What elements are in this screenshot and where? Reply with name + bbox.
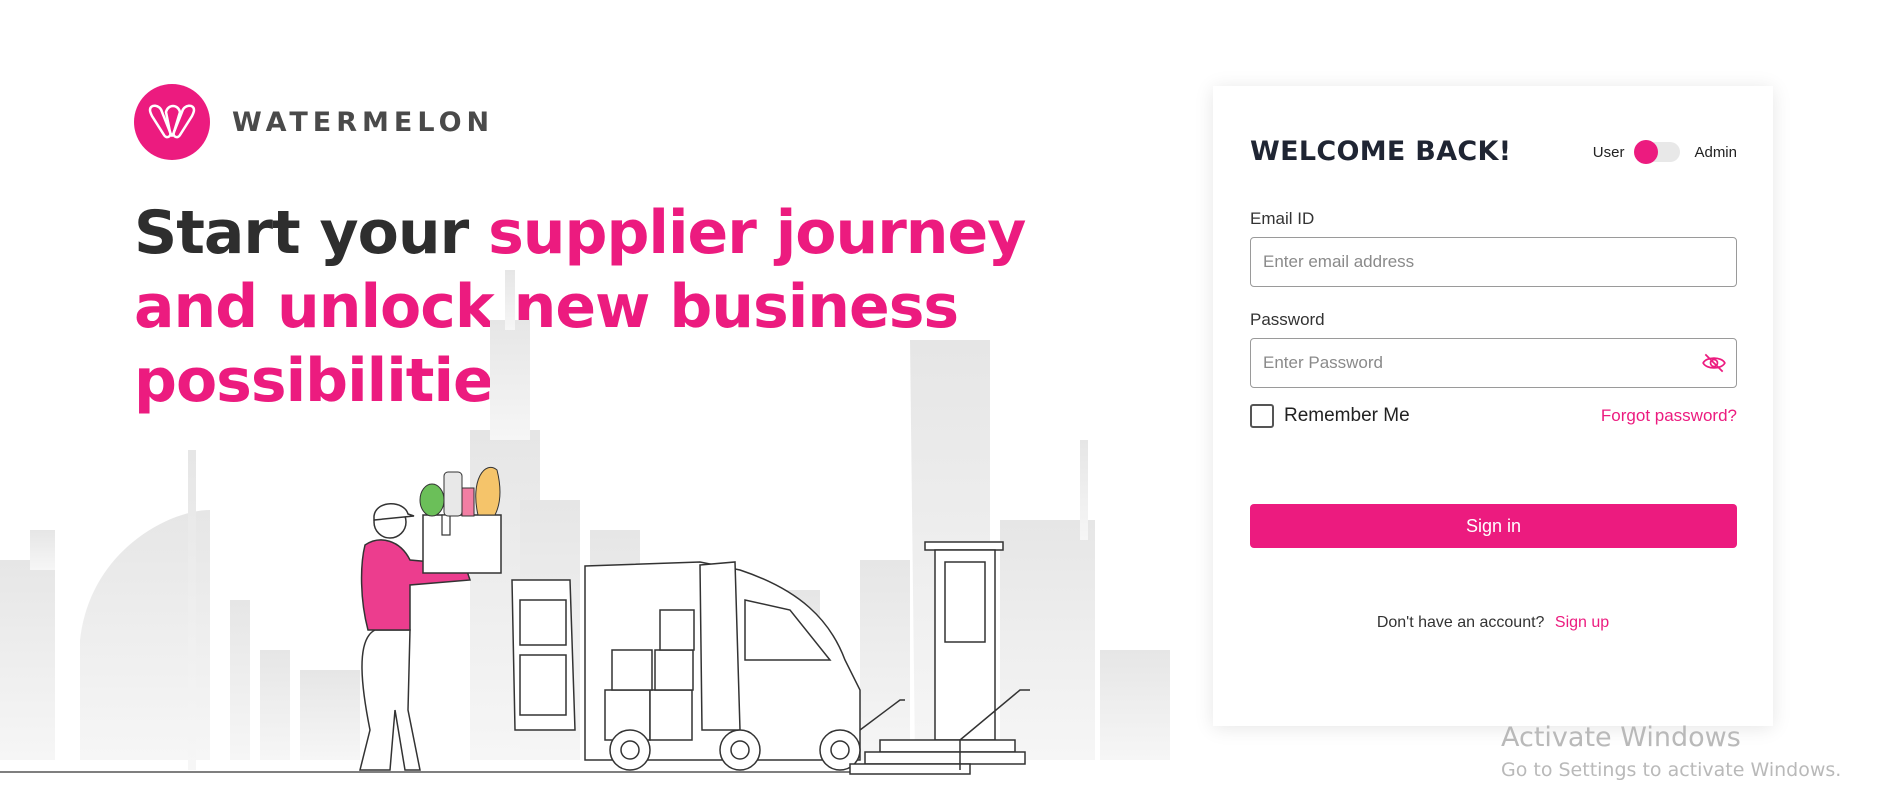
- welcome-title: WELCOME BACK!: [1250, 136, 1512, 167]
- email-input[interactable]: [1250, 237, 1737, 287]
- sign-in-button[interactable]: Sign in: [1250, 504, 1737, 548]
- email-label: Email ID: [1250, 209, 1315, 228]
- login-card: WELCOME BACK! User Admin Email ID Passwo…: [1213, 86, 1773, 726]
- forgot-password-link[interactable]: Forgot password?: [1601, 406, 1737, 426]
- watermark-subtitle: Go to Settings to activate Windows.: [1501, 759, 1842, 781]
- watermelon-logo-icon: [134, 84, 210, 160]
- signup-prompt: Don't have an account?: [1376, 614, 1545, 631]
- eye-off-icon[interactable]: [1701, 350, 1727, 376]
- remember-me: Remember Me: [1250, 404, 1410, 428]
- delivery-illustration: [0, 270, 1170, 775]
- remember-label: Remember Me: [1284, 405, 1410, 426]
- role-user-label: User: [1592, 143, 1625, 161]
- password-input[interactable]: [1250, 338, 1737, 388]
- role-admin-label: Admin: [1694, 143, 1737, 161]
- role-switch-knob: [1634, 140, 1659, 164]
- remember-checkbox[interactable]: [1250, 404, 1274, 428]
- signup-link[interactable]: Sign up: [1555, 614, 1609, 631]
- brand: WATERMELON: [134, 84, 494, 160]
- brand-name: WATERMELON: [232, 106, 495, 138]
- role-switch[interactable]: [1634, 140, 1681, 164]
- windows-activation-watermark: Activate Windows Go to Settings to activ…: [1501, 722, 1841, 781]
- signup-row: Don't have an account? Sign up: [1213, 614, 1773, 632]
- password-label: Password: [1250, 310, 1325, 329]
- watermark-title: Activate Windows: [1501, 722, 1741, 753]
- role-toggle: User Admin: [1592, 140, 1737, 164]
